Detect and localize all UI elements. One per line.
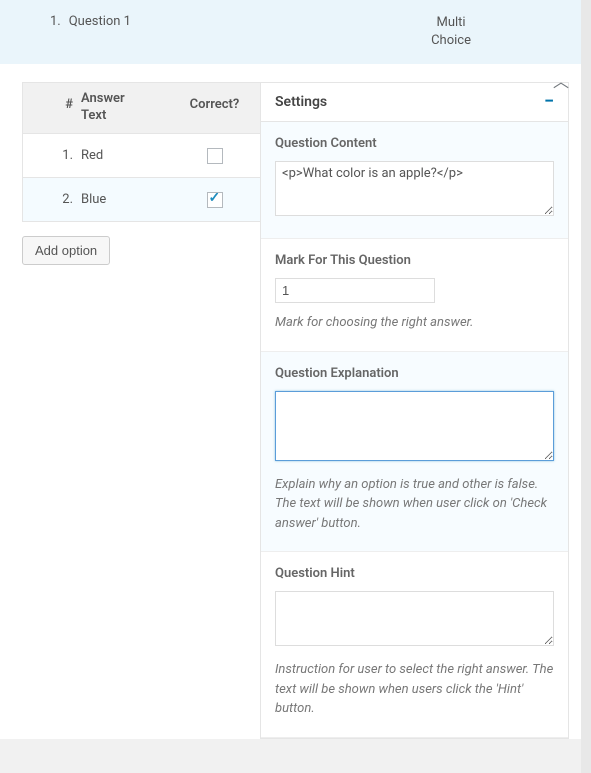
- settings-column: ︿ Settings − Question Content Mark For T…: [260, 82, 569, 739]
- question-title: Question 1: [69, 14, 431, 29]
- row-answer-text[interactable]: Red: [77, 148, 153, 163]
- question-number: 1.: [50, 14, 61, 29]
- section-mark: Mark For This Question Mark for choosing…: [261, 239, 568, 352]
- question-type-line1: Multi: [431, 14, 471, 32]
- settings-header: Settings −: [261, 83, 568, 122]
- question-type-line2: Choice: [431, 32, 471, 50]
- row-num: 2.: [23, 192, 77, 207]
- table-row[interactable]: 1. Red: [23, 133, 276, 177]
- head-answer-l1: Answer: [81, 91, 125, 106]
- question-explanation-textarea[interactable]: [275, 391, 554, 461]
- answers-table-head: # Answer Text Correct?: [23, 83, 276, 133]
- section-question-content: Question Content: [261, 122, 568, 239]
- section-explanation: Question Explanation Explain why an opti…: [261, 352, 568, 553]
- correct-checkbox[interactable]: [207, 148, 223, 164]
- content-label: Question Content: [275, 136, 554, 151]
- explanation-label: Question Explanation: [275, 366, 554, 381]
- head-answer: Answer Text: [77, 83, 153, 133]
- explanation-help-text: Explain why an option is true and other …: [275, 475, 554, 534]
- answers-table: # Answer Text Correct? 1. Red 2.: [22, 82, 277, 222]
- answers-column: # Answer Text Correct? 1. Red 2.: [0, 64, 260, 283]
- hint-label: Question Hint: [275, 566, 554, 581]
- section-hint: Question Hint Instruction for user to se…: [261, 552, 568, 738]
- head-correct: Correct?: [153, 83, 276, 133]
- scrollbar[interactable]: [581, 0, 591, 773]
- correct-checkbox[interactable]: [207, 192, 223, 208]
- question-hint-textarea[interactable]: [275, 591, 554, 646]
- mark-input[interactable]: [275, 278, 435, 303]
- row-correct-cell: [153, 148, 276, 164]
- settings-panel: Settings − Question Content Mark For Thi…: [260, 82, 569, 739]
- row-num: 1.: [23, 148, 77, 163]
- collapse-icon[interactable]: −: [544, 93, 554, 111]
- table-row[interactable]: 2. Blue: [23, 177, 276, 221]
- row-answer-text[interactable]: Blue: [77, 192, 153, 207]
- chevron-up-icon[interactable]: ︿: [553, 68, 569, 92]
- settings-title: Settings: [275, 94, 327, 110]
- mark-label: Mark For This Question: [275, 253, 554, 268]
- mark-help-text: Mark for choosing the right answer.: [275, 313, 554, 333]
- question-content-textarea[interactable]: [275, 161, 554, 216]
- add-option-button[interactable]: Add option: [22, 236, 110, 265]
- row-correct-cell: [153, 192, 276, 208]
- head-num: #: [23, 83, 77, 133]
- question-type: Multi Choice: [431, 14, 471, 50]
- question-header: 1. Question 1 Multi Choice: [0, 0, 591, 64]
- head-answer-l2: Text: [81, 108, 106, 123]
- hint-help-text: Instruction for user to select the right…: [275, 660, 554, 719]
